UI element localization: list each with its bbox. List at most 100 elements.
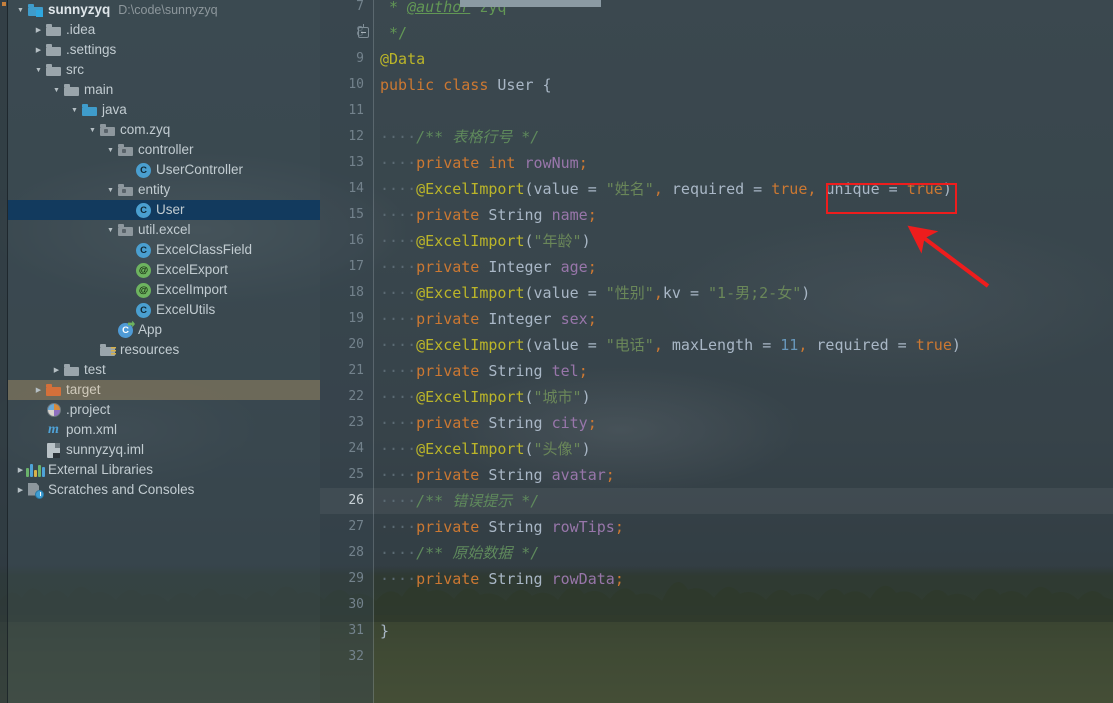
code-line[interactable]: ····private Integer age; <box>380 254 597 280</box>
chevron-right-icon[interactable]: ▶ <box>14 460 27 480</box>
tree-item-usercontroller[interactable]: ▶CUserController <box>8 160 320 180</box>
code-token: ···· <box>380 362 417 380</box>
code-line[interactable]: @Data <box>380 46 425 72</box>
code-token: unique <box>825 180 880 198</box>
code-line[interactable]: ····@ExcelImport("城市") <box>380 384 591 410</box>
tree-item-sunnyzyq-iml[interactable]: ▶sunnyzyq.iml <box>8 440 320 460</box>
tree-item-java[interactable]: ▼ java <box>8 100 320 120</box>
tree-item-label: .settings <box>66 42 117 57</box>
project-file-icon <box>45 402 62 419</box>
tree-item-excelexport[interactable]: ▶@ExcelExport <box>8 260 320 280</box>
editor-gutter[interactable]: 7891011121314151617181920212223242526272… <box>320 0 373 703</box>
tree-item-settings[interactable]: ▶ .settings <box>8 40 320 60</box>
code-token: = <box>578 180 606 198</box>
code-token: ···· <box>380 440 417 458</box>
code-line[interactable]: ····private String tel; <box>380 358 588 384</box>
code-line[interactable]: ····@ExcelImport(value = "性别",kv = "1-男;… <box>380 280 810 306</box>
code-token: value <box>533 284 579 302</box>
line-number: 10 <box>348 77 364 92</box>
code-token: , <box>798 336 817 354</box>
code-token: private <box>416 258 489 276</box>
code-line[interactable]: */ <box>380 20 407 46</box>
code-fold-icon[interactable] <box>358 24 369 38</box>
code-line[interactable]: ····/** 表格行号 */ <box>380 124 539 150</box>
tree-item-excelutils[interactable]: ▶CExcelUtils <box>8 300 320 320</box>
tree-item-excelimport[interactable]: ▶@ExcelImport <box>8 280 320 300</box>
horizontal-scrollbar[interactable] <box>460 0 601 7</box>
code-line[interactable]: ····private String city; <box>380 410 597 436</box>
code-token: value <box>533 336 579 354</box>
chevron-down-icon[interactable]: ▼ <box>104 180 117 200</box>
code-line[interactable]: ····private String rowTips; <box>380 514 624 540</box>
code-line[interactable]: ····@ExcelImport("头像") <box>380 436 591 462</box>
tree-item-project[interactable]: ▶.project <box>8 400 320 420</box>
tree-item-resources[interactable]: ▶resources <box>8 340 320 360</box>
chevron-right-icon[interactable]: ▶ <box>50 360 63 380</box>
tree-item-path: D:\code\sunnyzyq <box>118 3 218 17</box>
code-token: String <box>488 414 543 432</box>
tree-item-scratches-and-consoles[interactable]: ▶ Scratches and Consoles <box>8 480 320 500</box>
code-token: avatar <box>551 466 606 484</box>
code-line[interactable]: ····@ExcelImport(value = "姓名", required … <box>380 176 952 202</box>
code-token: "姓名" <box>605 180 654 198</box>
chevron-right-icon[interactable]: ▶ <box>14 480 27 500</box>
tree-item-com-zyq[interactable]: ▼ com.zyq <box>8 120 320 140</box>
tree-item-external-libraries[interactable]: ▶ External Libraries <box>8 460 320 480</box>
code-line[interactable]: ····private String name; <box>380 202 597 228</box>
code-token: @Data <box>380 50 426 68</box>
code-line[interactable]: ····/** 原始数据 */ <box>380 540 539 566</box>
chevron-right-icon[interactable]: ▶ <box>32 40 45 60</box>
code-line[interactable]: ····/** 错误提示 */ <box>380 488 539 514</box>
tree-item-test[interactable]: ▶ test <box>8 360 320 380</box>
tree-item-user[interactable]: ▶CUser <box>8 200 320 220</box>
left-tool-strip[interactable] <box>0 0 8 703</box>
code-line[interactable]: ····@ExcelImport(value = "电话", maxLength… <box>380 332 961 358</box>
code-token: @ExcelImport <box>416 284 525 302</box>
chevron-down-icon[interactable]: ▼ <box>14 0 27 20</box>
tree-item-controller[interactable]: ▼ controller <box>8 140 320 160</box>
code-token: /** 错误提示 */ <box>416 492 540 510</box>
code-line[interactable]: ····private Integer sex; <box>380 306 597 332</box>
chevron-down-icon[interactable]: ▼ <box>104 140 117 160</box>
tree-item-label: .idea <box>66 22 96 37</box>
code-token: true <box>771 180 808 198</box>
tree-item-idea[interactable]: ▶ .idea <box>8 20 320 40</box>
code-line[interactable]: ····private int rowNum; <box>380 150 588 176</box>
code-editor[interactable]: 7891011121314151617181920212223242526272… <box>320 0 1113 703</box>
code-line[interactable]: public class User { <box>380 72 552 98</box>
tree-item-src[interactable]: ▼ src <box>8 60 320 80</box>
code-line[interactable]: } <box>380 618 389 644</box>
folder-blue-icon <box>81 102 98 119</box>
code-token: private <box>416 362 489 380</box>
chevron-right-icon[interactable]: ▶ <box>32 380 45 400</box>
line-number: 19 <box>348 311 364 326</box>
code-line[interactable]: ····private String avatar; <box>380 462 615 488</box>
code-token: ···· <box>380 492 417 510</box>
chevron-down-icon[interactable]: ▼ <box>104 220 117 240</box>
chevron-right-icon[interactable]: ▶ <box>32 20 45 40</box>
code-token: ; <box>587 206 597 224</box>
tree-item-entity[interactable]: ▼ entity <box>8 180 320 200</box>
tree-item-sunnyzyq[interactable]: ▼ sunnyzyq D:\code\sunnyzyq <box>8 0 320 20</box>
tree-item-pom-xml[interactable]: ▶mpom.xml <box>8 420 320 440</box>
code-line[interactable]: ····private String rowData; <box>380 566 624 592</box>
scratches-icon <box>27 482 44 499</box>
tree-item-app[interactable]: ▶CApp <box>8 320 320 340</box>
code-token: ) <box>581 440 591 458</box>
tree-item-excelclassfield[interactable]: ▶CExcelClassField <box>8 240 320 260</box>
line-number: 24 <box>348 441 364 456</box>
code-token: ···· <box>380 414 417 432</box>
tree-item-label: com.zyq <box>120 122 171 137</box>
chevron-down-icon[interactable]: ▼ <box>86 120 99 140</box>
tree-item-main[interactable]: ▼ main <box>8 80 320 100</box>
chevron-down-icon[interactable]: ▼ <box>32 60 45 80</box>
chevron-down-icon[interactable]: ▼ <box>68 100 81 120</box>
tree-item-target[interactable]: ▶ target <box>8 380 320 400</box>
tree-item-util-excel[interactable]: ▼ util.excel <box>8 220 320 240</box>
code-line[interactable]: ····@ExcelImport("年龄") <box>380 228 591 254</box>
project-tool-window[interactable]: ▼ sunnyzyq D:\code\sunnyzyq ▶ .idea ▶ .setting… <box>8 0 320 703</box>
chevron-down-icon[interactable]: ▼ <box>50 80 63 100</box>
code-token: ( <box>524 336 534 354</box>
